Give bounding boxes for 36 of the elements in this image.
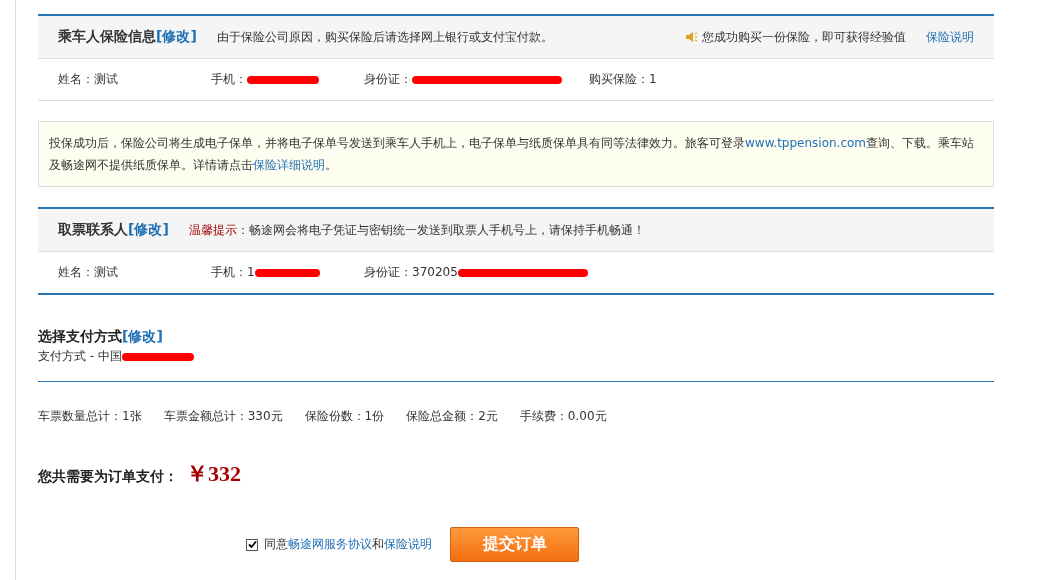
notice-link[interactable]: 保险详细说明 [253,158,325,172]
section-title: 乘车人保险信息 [58,28,156,46]
field-text: 身份证：370205 [364,264,458,281]
redaction-mark [254,268,320,277]
total-item: 保险总金额：2元 [406,408,498,425]
total-item: 保险份数：1份 [304,408,385,425]
total-item: 手续费：0.00元 [519,408,607,425]
agreement-link[interactable]: 保险说明 [384,537,432,551]
agree-text: 同意畅途网服务协议和保险说明 [264,536,432,553]
speaker-icon [685,31,698,43]
edit-link[interactable]: [修改] [128,221,169,239]
field-text: 身份证： [364,71,412,88]
agree-checkbox[interactable] [246,538,258,551]
total-amount: ￥332 [186,460,241,488]
section-title: 取票联系人 [58,221,128,239]
payment-method: 支付方式 - 中国 [38,348,122,365]
insurance-info-link[interactable]: 保险说明 [926,28,974,46]
notice-link[interactable]: www.tppension.com [745,136,867,150]
notice-text: 投保成功后，保险公司将生成电子保单，并将电子保单号发送到乘车人手机上，电子保单与纸质保单具有同等法律效力。旅客可登录www.tppension.com查询、下载。乘车站及畅途网不提供纸质保单。详情请点击保险详细说明。 [38,121,994,187]
edit-link[interactable]: [修改] [156,28,197,46]
section-title: 选择支付方式 [38,328,122,344]
field-text: 姓名：测试 [58,71,118,88]
agreement-link[interactable]: 畅途网服务协议 [288,537,372,551]
total-item: 车票金额总计：330元 [163,408,283,425]
field-text: 购买保险：1 [589,71,657,88]
insurance-note: 由于保险公司原因，购买保险后请选择网上银行或支付宝付款。 [216,28,553,46]
field-text: 手机：1 [211,264,255,281]
total-item: 车票数量总计：1张 [38,408,142,425]
redaction-mark [247,75,319,84]
reward-text: 您成功购买一份保险，即可获得经验值 [702,28,906,46]
edit-link[interactable]: [修改] [122,328,163,344]
tip-text: 畅途网会将电子凭证与密钥统一发送到取票人手机号上，请保持手机畅通！ [248,221,645,239]
field-text: 手机： [211,71,247,88]
field-text: 姓名：测试 [58,264,118,281]
tip-label: 温馨提示： [188,221,249,239]
total-label: 您共需要为订单支付： [38,468,178,486]
